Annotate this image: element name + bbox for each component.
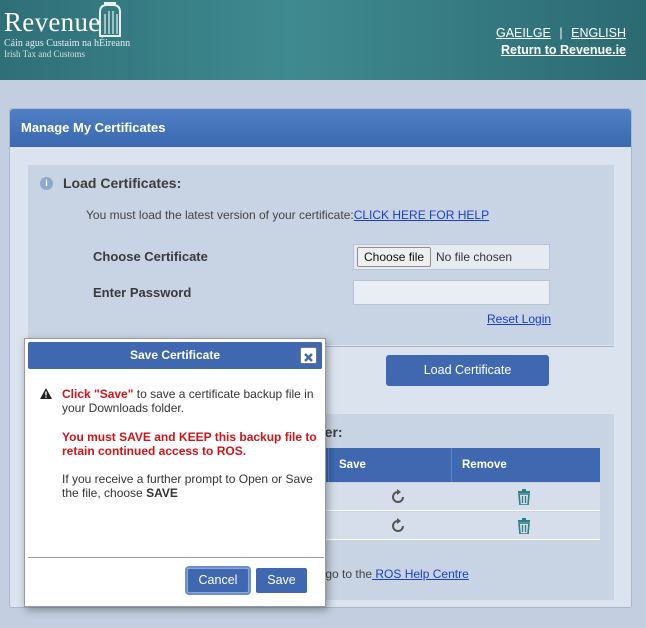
column-save: Save: [328, 448, 452, 482]
help-link[interactable]: CLICK HERE FOR HELP: [354, 208, 489, 222]
refresh-icon[interactable]: [390, 489, 406, 505]
save-certificate-dialog: Save Certificate Click "Save" to save a …: [24, 338, 326, 607]
dialog-instruction: Click "Save" to save a certificate backu…: [62, 387, 317, 415]
info-icon: i: [40, 177, 53, 190]
logo-subtitle-english: Irish Tax and Customs: [4, 49, 85, 59]
file-status-text: No file chosen: [436, 250, 513, 264]
site-header: Revenue Cáin agus Custaim na hÉireann Ir…: [0, 0, 646, 80]
lang-separator: |: [559, 26, 563, 40]
column-remove: Remove: [451, 448, 600, 482]
choose-certificate-label: Choose Certificate: [93, 249, 208, 264]
help-centre-note: r go to the ROS Help Centre: [318, 567, 469, 581]
close-button[interactable]: [300, 347, 317, 364]
warning-icon: [40, 388, 52, 399]
further-prompt-save: SAVE: [146, 486, 178, 500]
dialog-title-bar: Save Certificate: [28, 342, 322, 369]
lang-english-link[interactable]: ENGLISH: [571, 26, 626, 40]
refresh-icon[interactable]: [390, 518, 406, 534]
further-prompt-text: If you receive a further prompt to Open …: [62, 472, 317, 500]
header-links: GAEILGE | ENGLISH Return to Revenue.ie: [496, 26, 626, 57]
password-input[interactable]: [353, 280, 550, 305]
trash-icon[interactable]: [516, 518, 532, 534]
close-icon: [304, 353, 313, 362]
load-certificate-button[interactable]: Load Certificate: [386, 355, 549, 386]
dialog-title: Save Certificate: [129, 348, 221, 362]
panel-title: Manage My Certificates: [10, 109, 631, 147]
click-save-text: Click "Save": [62, 387, 134, 401]
save-button[interactable]: Save: [256, 568, 307, 593]
ros-help-centre-link[interactable]: ROS Help Centre: [372, 567, 468, 581]
help-centre-prefix: r go to the: [318, 567, 373, 581]
load-certificates-title: Load Certificates:: [63, 175, 182, 191]
backup-warning-text: You must SAVE and KEEP this backup file …: [62, 430, 317, 458]
choose-file-button[interactable]: Choose file: [357, 247, 432, 267]
dialog-body: Click "Save" to save a certificate backu…: [62, 387, 317, 500]
reset-login-link[interactable]: Reset Login: [487, 312, 551, 326]
logo-subtitle-irish: Cáin agus Custaim na hÉireann: [4, 38, 131, 49]
return-to-revenue-link[interactable]: Return to Revenue.ie: [501, 43, 626, 57]
load-note-text: You must load the latest version of your…: [86, 208, 354, 222]
cancel-button[interactable]: Cancel: [185, 566, 251, 595]
further-prompt-prefix: If you receive a further prompt to Open …: [62, 472, 313, 500]
dialog-divider: [28, 557, 324, 558]
harp-emblem-icon: [99, 2, 121, 37]
enter-password-label: Enter Password: [93, 285, 192, 300]
lang-gaeilge-link[interactable]: GAEILGE: [496, 26, 551, 40]
trash-icon[interactable]: [516, 489, 532, 505]
load-note: You must load the latest version of your…: [86, 208, 489, 222]
certificate-file-input[interactable]: Choose file No file chosen: [353, 244, 550, 270]
load-certificates-section: i Load Certificates: You must load the l…: [28, 165, 614, 345]
